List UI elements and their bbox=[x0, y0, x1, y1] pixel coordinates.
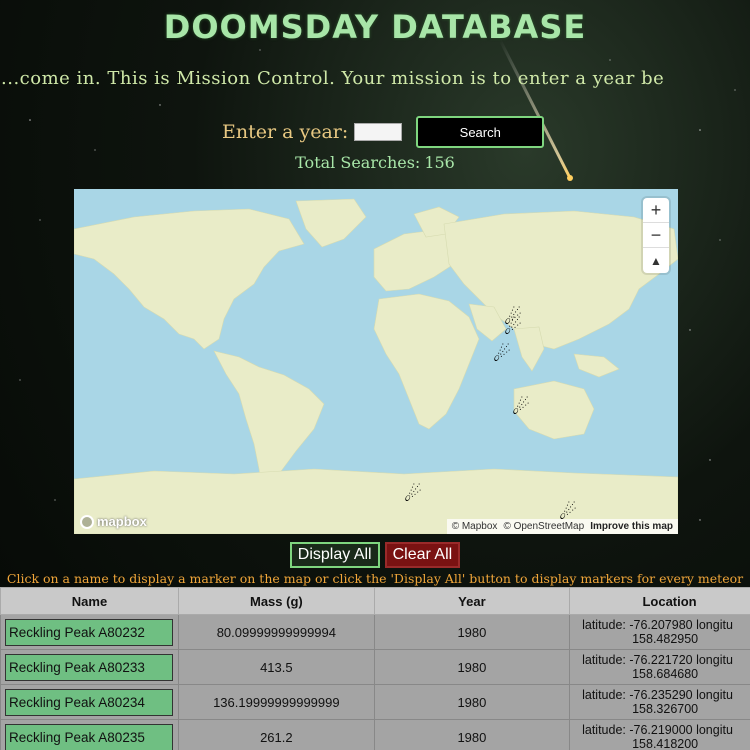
table-row: Reckling Peak A80235 261.2 1980 latitude… bbox=[0, 719, 750, 750]
total-searches: Total Searches: 156 bbox=[0, 153, 750, 172]
mission-marquee: o...come in. This is Mission Control. Yo… bbox=[0, 68, 665, 89]
meteor-table-container[interactable]: Name Mass (g) Year Location Reckling Pea… bbox=[0, 587, 750, 750]
search-button[interactable]: Search bbox=[416, 116, 545, 148]
meteor-marker[interactable]: ☄ bbox=[404, 482, 422, 506]
attribution-mapbox-link[interactable]: © Mapbox bbox=[452, 521, 498, 532]
location-cell: latitude: -76.221720 longitu 158.684680 bbox=[569, 649, 750, 685]
meteor-name-button[interactable]: Reckling Peak A80232 bbox=[5, 618, 173, 646]
year-search-form: Enter a year: Search bbox=[222, 116, 545, 148]
meteor-table: Name Mass (g) Year Location Reckling Pea… bbox=[0, 587, 750, 750]
year-input[interactable] bbox=[354, 123, 403, 141]
zoom-out-button[interactable]: − bbox=[643, 223, 669, 248]
location-cell: latitude: -76.235290 longitu 158.326700 bbox=[569, 684, 750, 720]
year-label: Enter a year: bbox=[222, 121, 349, 143]
world-map[interactable]: ☄ ☄ ☄ ☄ ☄ ☄ bbox=[74, 189, 678, 534]
mapbox-logo[interactable]: mapbox bbox=[80, 514, 147, 529]
year-cell: 1980 bbox=[373, 684, 571, 720]
meteor-map[interactable]: ☄ ☄ ☄ ☄ ☄ ☄ + − ▲ mapbox © Mapbox © Open… bbox=[74, 189, 678, 534]
header-location: Location bbox=[569, 587, 750, 615]
shooting-star-head bbox=[567, 175, 573, 181]
display-all-button[interactable]: Display All bbox=[289, 542, 380, 568]
zoom-in-button[interactable]: + bbox=[643, 198, 669, 223]
header-name: Name bbox=[0, 587, 179, 615]
mass-cell: 261.2 bbox=[177, 719, 375, 750]
table-header-row: Name Mass (g) Year Location bbox=[0, 587, 750, 615]
improve-map-link[interactable]: Improve this map bbox=[590, 521, 673, 532]
meteor-name-button[interactable]: Reckling Peak A80235 bbox=[5, 723, 173, 750]
meteor-marker[interactable]: ☄ bbox=[493, 342, 511, 366]
meteor-name-button[interactable]: Reckling Peak A80234 bbox=[5, 688, 173, 716]
total-searches-label: Total Searches: bbox=[295, 153, 421, 172]
map-attribution: © Mapbox © OpenStreetMap Improve this ma… bbox=[446, 519, 678, 534]
mapbox-logo-icon bbox=[80, 514, 94, 529]
year-cell: 1980 bbox=[373, 649, 571, 685]
map-zoom-controls: + − ▲ bbox=[643, 198, 669, 273]
compass-button[interactable]: ▲ bbox=[643, 248, 669, 273]
location-cell: latitude: -76.207980 longitu 158.482950 bbox=[569, 614, 750, 650]
mass-cell: 136.19999999999999 bbox=[177, 684, 375, 720]
table-row: Reckling Peak A80233 413.5 1980 latitude… bbox=[0, 649, 750, 685]
year-cell: 1980 bbox=[373, 614, 571, 650]
meteor-marker[interactable]: ☄ bbox=[512, 395, 530, 419]
header-year: Year bbox=[373, 587, 571, 615]
table-row: Reckling Peak A80234 136.19999999999999 … bbox=[0, 684, 750, 720]
attribution-osm-link[interactable]: © OpenStreetMap bbox=[503, 521, 584, 532]
mass-cell: 413.5 bbox=[177, 649, 375, 685]
map-action-buttons: Display All Clear All bbox=[0, 542, 750, 568]
header-mass: Mass (g) bbox=[177, 587, 375, 615]
year-cell: 1980 bbox=[373, 719, 571, 750]
mass-cell: 80.09999999999994 bbox=[177, 614, 375, 650]
table-row: Reckling Peak A80232 80.09999999999994 1… bbox=[0, 614, 750, 650]
clear-all-button[interactable]: Clear All bbox=[384, 542, 461, 568]
total-searches-count: 156 bbox=[424, 153, 455, 172]
meteor-marker[interactable]: ☄ bbox=[504, 315, 522, 339]
meteor-name-button[interactable]: Reckling Peak A80233 bbox=[5, 653, 173, 681]
location-cell: latitude: -76.219000 longitu 158.418200 bbox=[569, 719, 750, 750]
page-title: DOOMSDAY DATABASE bbox=[163, 8, 587, 46]
